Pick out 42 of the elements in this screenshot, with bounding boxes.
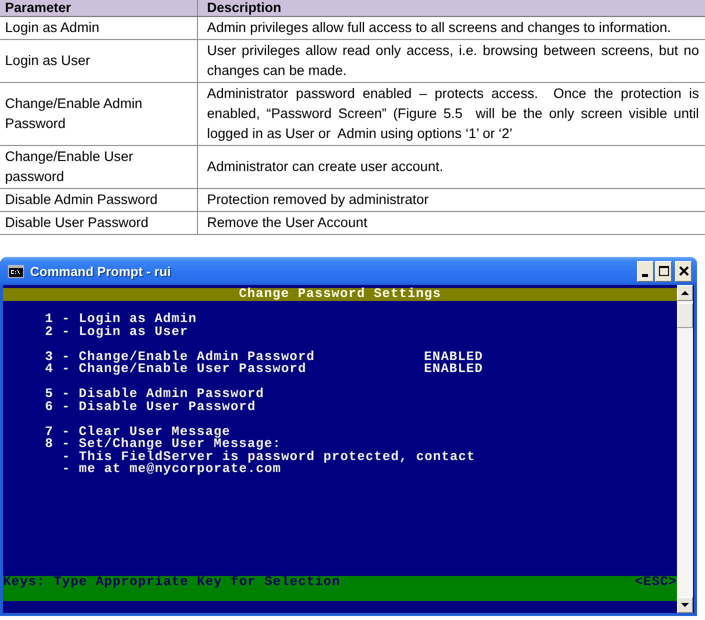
description-cell: Administrator password enabled – protects access. Once the protection is enabled, “Password Screen” (Figure 5.5 will be the only screen visible until logged in as User or Admin using options ‘1’ or ‘2’ bbox=[198, 82, 705, 146]
message-line: - me at me@nycorporate.com bbox=[62, 463, 282, 476]
parameter-cell: Login as Admin bbox=[0, 16, 198, 40]
up-arrow-icon bbox=[681, 291, 689, 295]
column-header: Description bbox=[198, 0, 705, 16]
menu-option: 4 - Change/Enable User Password bbox=[45, 363, 306, 376]
screen-title: Change Password Settings bbox=[3, 288, 677, 300]
close-button[interactable] bbox=[675, 260, 692, 282]
close-icon bbox=[678, 266, 688, 276]
column-header: Parameter bbox=[0, 0, 198, 16]
menu-option: 8 - Set/Change User Message: bbox=[45, 438, 282, 450]
parameter-cell: Login as User bbox=[0, 40, 198, 82]
menu-option: 1 - Login as Admin bbox=[45, 313, 197, 326]
description-cell: Protection removed by administrator bbox=[198, 188, 705, 212]
scroll-down-button[interactable] bbox=[677, 597, 693, 613]
description-cell: User privileges allow read only access, i.e. browsing between screens, but no changes can be made. bbox=[198, 40, 705, 82]
menu-option: 3 - Change/Enable Admin Password bbox=[45, 350, 315, 363]
escape-key-label: <ESC> bbox=[634, 576, 677, 588]
description-cell: Administrator can create user account. bbox=[198, 146, 705, 188]
description-cell: Remove the User Account bbox=[198, 212, 705, 234]
menu-option: 6 - Disable User Password bbox=[45, 400, 256, 413]
message-line: - This FieldServer is password protected, contact bbox=[62, 450, 476, 463]
status-label: ENABLED bbox=[424, 363, 484, 376]
maximize-icon bbox=[658, 266, 668, 276]
status-label: ENABLED bbox=[424, 350, 484, 363]
keys-hint: Keys: Type Appropriate Key for Selection bbox=[3, 576, 340, 588]
scroll-thumb[interactable] bbox=[677, 303, 693, 328]
description-cell: Admin privileges allow full access to all screens and changes to information. bbox=[198, 16, 705, 40]
menu-option: 5 - Disable Admin Password bbox=[45, 388, 264, 400]
scroll-up-button[interactable] bbox=[677, 285, 693, 301]
console-icon bbox=[8, 264, 24, 278]
parameter-cell: Change/Enable Admin Password bbox=[0, 82, 198, 146]
minimize-button[interactable] bbox=[637, 260, 654, 282]
parameter-cell: Disable Admin Password bbox=[0, 188, 198, 212]
menu-option: 7 - Clear User Message bbox=[45, 426, 230, 438]
down-arrow-icon bbox=[681, 603, 689, 607]
maximize-button[interactable] bbox=[655, 260, 672, 282]
parameter-cell: Change/Enable User password bbox=[0, 146, 198, 188]
menu-option: 2 - Login as User bbox=[45, 326, 188, 338]
window-title: Command Prompt - rui bbox=[30, 264, 171, 278]
parameter-cell: Disable User Password bbox=[0, 212, 198, 234]
minimize-icon bbox=[642, 274, 648, 276]
